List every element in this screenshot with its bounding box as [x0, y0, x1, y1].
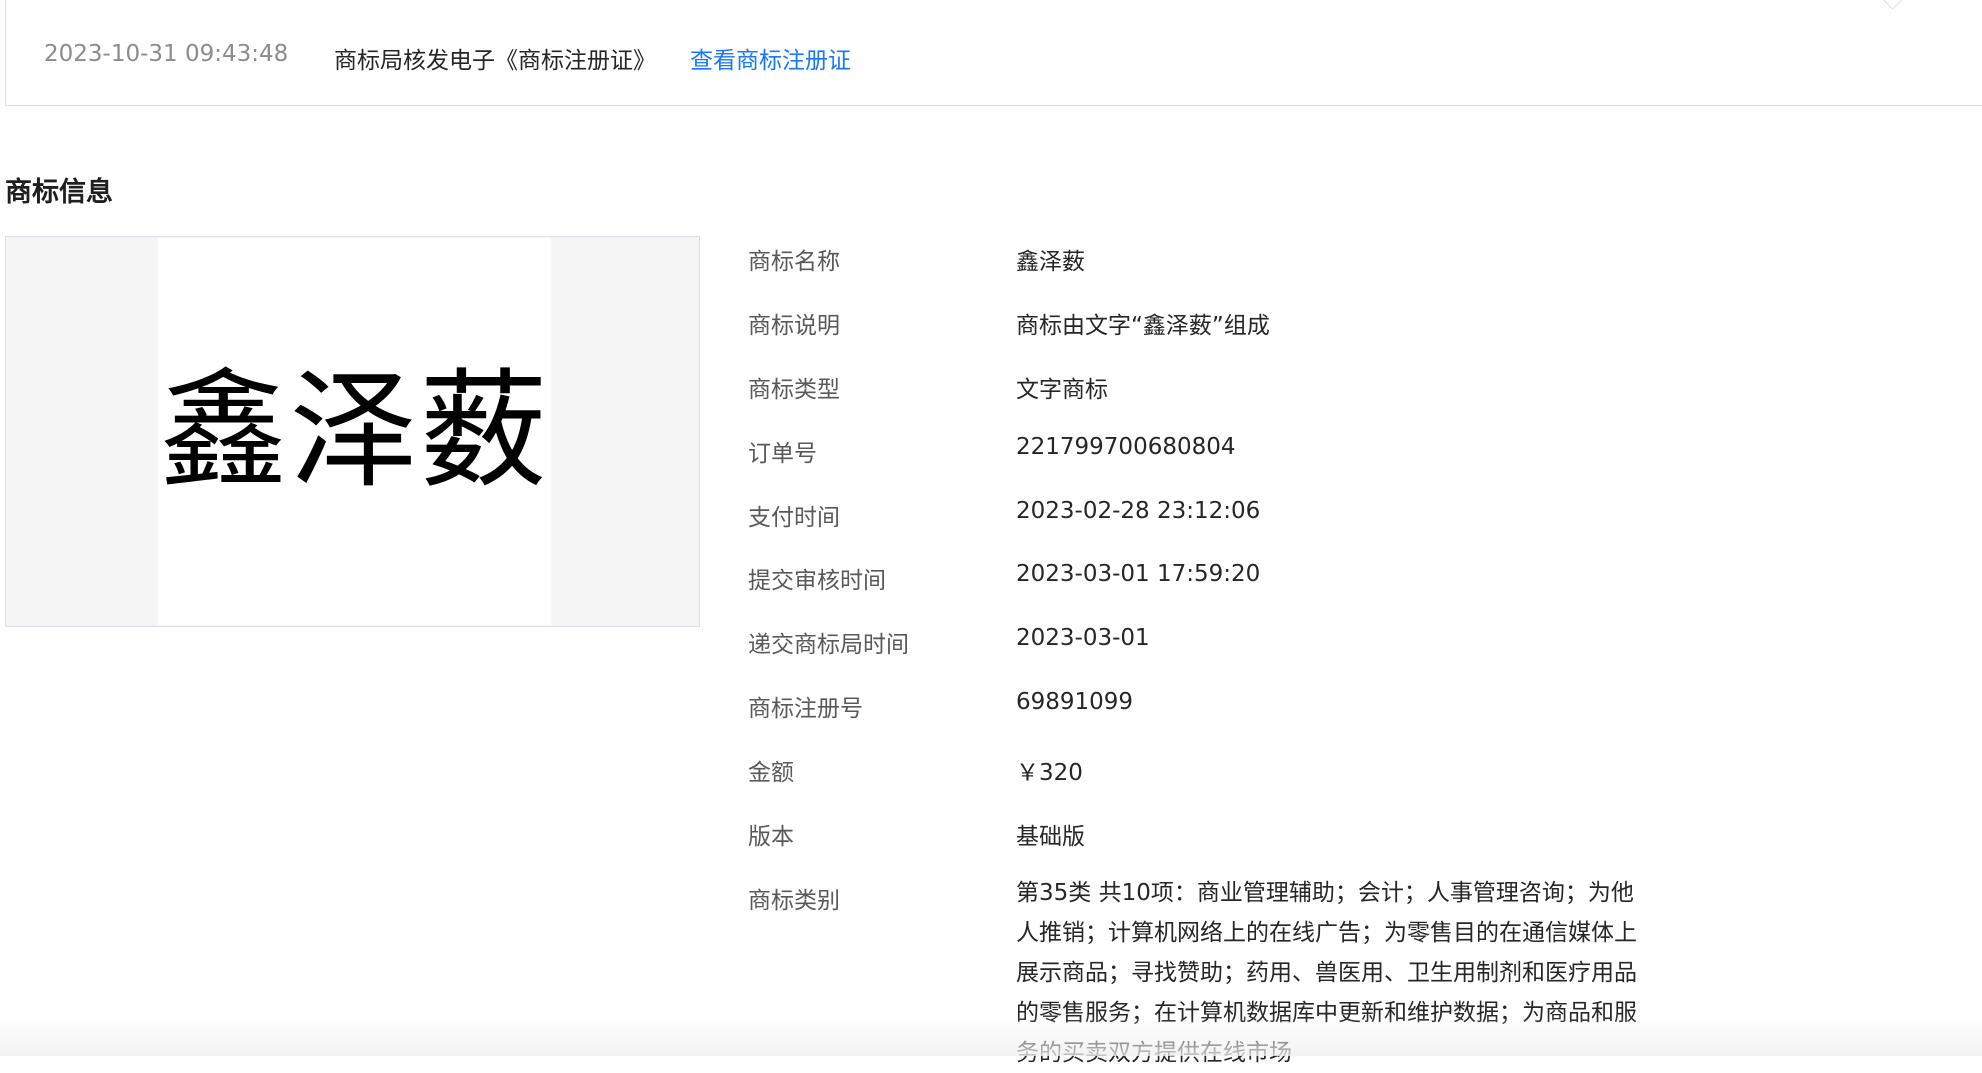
info-label: 提交审核时间	[748, 568, 886, 594]
info-label: 金额	[748, 760, 794, 786]
notice-card: 2023-10-31 09:43:48 商标局核发电子《商标注册证》 查看商标注…	[5, 0, 1982, 106]
info-label: 版本	[748, 824, 794, 850]
info-value: 2023-02-28 23:12:06	[1016, 498, 1261, 524]
info-value: 221799700680804	[1016, 434, 1236, 460]
notice-timestamp: 2023-10-31 09:43:48	[44, 41, 289, 67]
view-certificate-link[interactable]: 查看商标注册证	[690, 41, 851, 75]
info-value-category: 第35类 共10项：商业管理辅助；会计；人事管理咨询；为他人推销；计算机网络上的…	[1016, 880, 1637, 1066]
info-label: 支付时间	[748, 505, 840, 531]
bottom-fade	[0, 1016, 1982, 1056]
trademark-image-canvas: 鑫泽薮	[158, 238, 551, 625]
info-value: 69891099	[1016, 689, 1134, 715]
section-title: 商标信息	[5, 177, 113, 208]
info-label: 商标类型	[748, 377, 840, 403]
info-label: 递交商标局时间	[748, 632, 909, 658]
info-value: 商标由文字“鑫泽薮”组成	[1016, 313, 1270, 339]
info-label: 商标说明	[748, 313, 840, 339]
popover-caret	[1880, 0, 1905, 10]
info-value: 鑫泽薮	[1016, 249, 1085, 275]
trademark-image: 鑫泽薮	[5, 236, 700, 627]
info-label: 商标名称	[748, 249, 840, 275]
info-label: 商标类别	[748, 888, 840, 914]
info-value: ￥320	[1016, 760, 1083, 786]
info-value: 2023-03-01	[1016, 625, 1150, 651]
trademark-image-text: 鑫泽薮	[159, 356, 550, 506]
info-label: 订单号	[748, 441, 817, 467]
info-value: 文字商标	[1016, 377, 1108, 403]
info-value: 基础版	[1016, 824, 1085, 850]
info-label: 商标注册号	[748, 696, 863, 722]
info-value: 2023-03-01 17:59:20	[1016, 561, 1261, 587]
notice-message: 商标局核发电子《商标注册证》	[334, 48, 656, 74]
